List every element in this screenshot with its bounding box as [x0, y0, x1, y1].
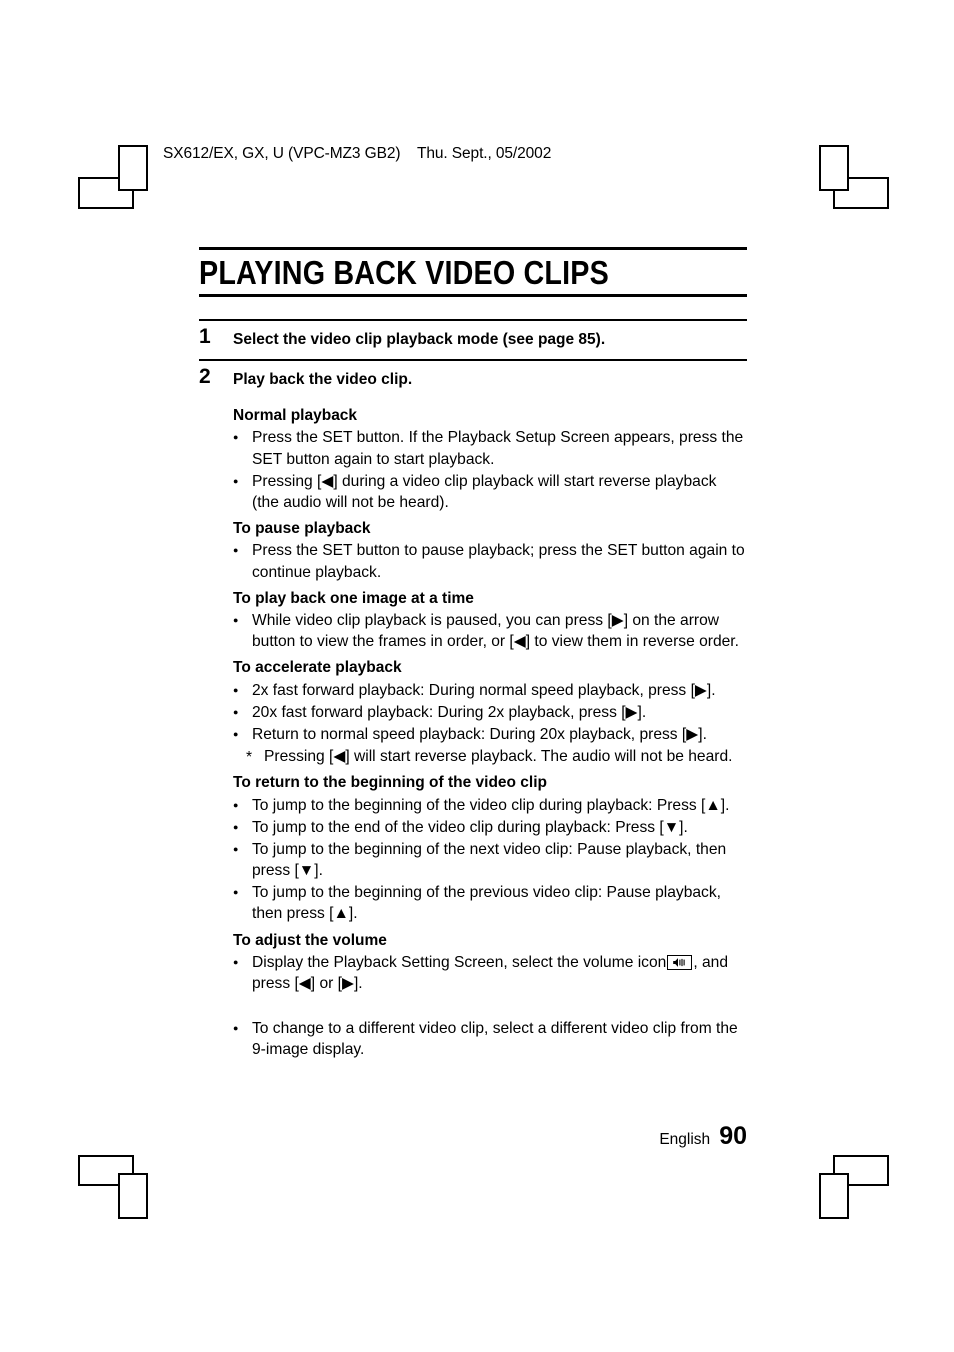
crop-mark-bar-vertical	[118, 145, 148, 191]
list-item: 2x fast forward playback: During normal …	[233, 680, 747, 702]
volume-speaker-icon	[667, 954, 693, 970]
list-item-volume: Display the Playback Setting Screen, sel…	[233, 952, 747, 994]
title-spacer	[199, 297, 747, 319]
step-1-number: 1	[199, 324, 211, 348]
list-item: To jump to the beginning of the video cl…	[233, 795, 747, 817]
subsection-heading: To return to the beginning of the video …	[233, 774, 548, 792]
footnote-item: Pressing [◀] will start reverse playback…	[233, 746, 747, 768]
page-number: 90	[719, 1122, 747, 1150]
list-item: Press the SET button. If the Playback Se…	[233, 427, 747, 469]
bullet-list-closing: To change to a different video clip, sel…	[233, 1018, 747, 1060]
list-item: To jump to the beginning of the previous…	[233, 882, 747, 924]
page-footer: English 90	[199, 1122, 747, 1151]
page-content: PLAYING BACK VIDEO CLIPS 1 Select the vi…	[199, 247, 747, 1061]
list-item: To jump to the end of the video clip dur…	[233, 817, 747, 839]
subsection-heading: Normal playback	[233, 406, 358, 424]
subsection-heading: To accelerate playback	[233, 659, 402, 677]
list-item: Pressing [◀] during a video clip playbac…	[233, 471, 747, 513]
step-2-title: Play back the video clip.	[233, 370, 413, 388]
subsection-heading: To play back one image at a time	[233, 589, 474, 607]
crop-mark-bar-vertical	[819, 1173, 849, 1219]
list-item: Return to normal speed playback: During …	[233, 724, 747, 746]
footer-language: English	[659, 1131, 711, 1148]
list-item: To jump to the beginning of the next vid…	[233, 839, 747, 881]
step-1: 1 Select the video clip playback mode (s…	[199, 321, 747, 359]
bullet-list: Press the SET button to pause playback; …	[233, 540, 747, 582]
page-title: PLAYING BACK VIDEO CLIPS	[199, 254, 609, 291]
crop-mark-bar-vertical	[118, 1173, 148, 1219]
list-item: Press the SET button to pause playback; …	[233, 540, 747, 582]
list-item: While video clip playback is paused, you…	[233, 610, 747, 652]
step-2-number: 2	[199, 364, 211, 388]
running-header: SX612/EX, GX, U (VPC-MZ3 GB2) Thu. Sept.…	[163, 145, 552, 162]
bullet-list: To jump to the beginning of the video cl…	[233, 795, 747, 925]
step-2-details: Normal playback Press the SET button. If…	[199, 406, 747, 1060]
bullet-list: Press the SET button. If the Playback Se…	[233, 427, 747, 513]
subsection-heading: To pause playback	[233, 519, 371, 537]
step-1-title: Select the video clip playback mode (see…	[233, 330, 606, 348]
subsection-heading: To adjust the volume	[233, 931, 387, 949]
crop-mark-bar-vertical	[819, 145, 849, 191]
bullet-list: Display the Playback Setting Screen, sel…	[233, 952, 747, 994]
list-item: To change to a different video clip, sel…	[233, 1018, 747, 1060]
bullet-list: 2x fast forward playback: During normal …	[233, 680, 747, 769]
step-2: 2 Play back the video clip.	[199, 361, 747, 399]
bullet-list: While video clip playback is paused, you…	[233, 610, 747, 652]
list-item: 20x fast forward playback: During 2x pla…	[233, 702, 747, 724]
volume-text-before: Display the Playback Setting Screen, sel…	[252, 953, 667, 971]
